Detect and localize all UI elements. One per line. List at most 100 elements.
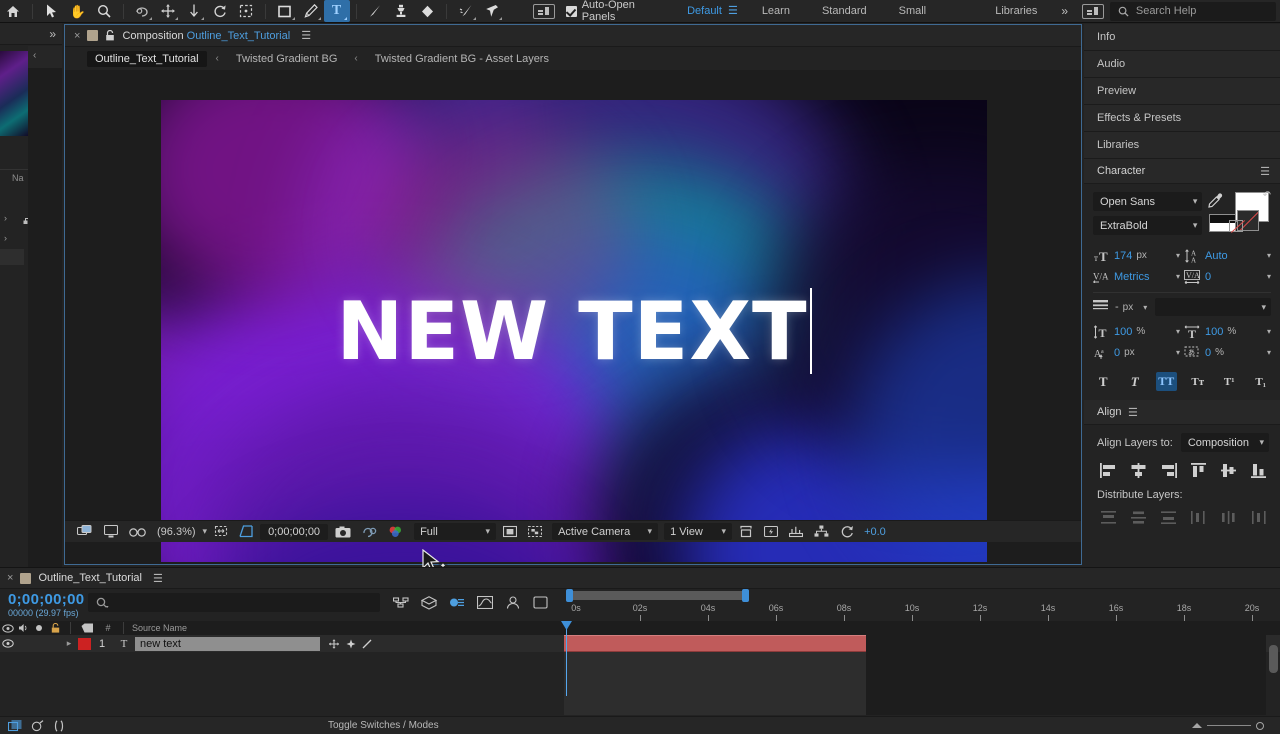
leading-field[interactable]: AA Auto ▾ xyxy=(1184,246,1271,265)
chevron-down-icon[interactable]: ▾ xyxy=(1267,327,1271,336)
font-size-field[interactable]: тT 174 px ▾ xyxy=(1093,246,1180,265)
font-style-dropdown[interactable]: ExtraBold ▾ xyxy=(1093,216,1202,235)
distribute-right-button[interactable] xyxy=(1247,508,1269,526)
align-left-button[interactable] xyxy=(1097,461,1119,479)
panel-effects-presets[interactable]: Effects & Presets xyxy=(1084,105,1280,132)
composition-canvas[interactable]: NEW TEXT xyxy=(161,100,987,562)
composition-viewer[interactable]: NEW TEXT (96.3%) ▾ xyxy=(65,71,1081,542)
composition-timecode[interactable]: 0;00;00;00 xyxy=(260,524,328,540)
orbit-tool-icon[interactable] xyxy=(207,0,233,22)
eraser-tool-icon[interactable] xyxy=(414,0,440,22)
current-time-indicator[interactable] xyxy=(566,621,567,696)
zoom-dropdown-icon[interactable]: ▾ xyxy=(203,526,208,537)
workspace-standard[interactable]: Standard xyxy=(806,0,883,23)
chevron-down-icon[interactable]: ▾ xyxy=(1143,303,1147,312)
workspace-small-screen[interactable]: Small Screen xyxy=(883,0,980,23)
workspace-menu-icon[interactable]: ☰ xyxy=(726,0,746,23)
layer-duration-bar[interactable] xyxy=(564,635,866,652)
swap-colors-icon[interactable]: ↶ xyxy=(1263,190,1271,201)
distribute-top-button[interactable] xyxy=(1097,508,1119,526)
align-horizontal-center-button[interactable] xyxy=(1127,461,1149,479)
fit-view-icon[interactable] xyxy=(210,523,232,541)
kerning-field[interactable]: V/A Metrics ▾ xyxy=(1093,267,1180,286)
current-time-display[interactable]: 0;00;00;00 xyxy=(8,591,84,608)
chevron-down-icon[interactable]: ▾ xyxy=(1176,272,1180,281)
zoom-level-value[interactable]: (96.3%) xyxy=(153,526,200,538)
chevron-right-icon[interactable]: › xyxy=(0,213,7,223)
timeline-track-area[interactable] xyxy=(564,621,1266,715)
3d-glasses-icon[interactable] xyxy=(125,523,150,541)
work-area-end-handle[interactable] xyxy=(742,589,749,602)
zoom-slider-knob[interactable] xyxy=(1256,722,1264,730)
frame-render-time-icon[interactable] xyxy=(31,720,44,732)
column-header-index[interactable]: # xyxy=(97,623,119,633)
clone-stamp-tool-icon[interactable] xyxy=(388,0,414,22)
always-preview-icon[interactable] xyxy=(73,523,97,541)
distribute-bottom-button[interactable] xyxy=(1157,508,1179,526)
zoom-slider-track[interactable] xyxy=(1207,725,1251,726)
show-snapshot-icon[interactable] xyxy=(358,523,381,541)
video-visibility-icon[interactable] xyxy=(0,624,16,633)
draft-3d-icon[interactable] xyxy=(420,594,438,611)
channels-icon[interactable] xyxy=(384,523,407,541)
grid-guides-icon[interactable] xyxy=(235,523,257,541)
stroke-type-dropdown[interactable]: ▾ xyxy=(1155,298,1271,316)
font-family-dropdown[interactable]: Open Sans ▾ xyxy=(1093,192,1202,211)
sync-settings-icon[interactable] xyxy=(1082,4,1104,19)
reset-exposure-icon[interactable] xyxy=(836,523,858,541)
expression-icon[interactable] xyxy=(53,720,65,732)
tsume-field[interactable]: あ 0 % ▾ xyxy=(1184,343,1271,362)
align-right-button[interactable] xyxy=(1157,461,1179,479)
composition-text-layer[interactable]: NEW TEXT xyxy=(161,100,987,562)
zoom-tool-icon[interactable] xyxy=(91,0,117,22)
workspace-overflow-icon[interactable]: » xyxy=(1053,0,1076,23)
fast-previews-icon[interactable] xyxy=(760,523,782,541)
exposure-value[interactable]: +0.0 xyxy=(861,526,886,538)
align-vertical-center-button[interactable] xyxy=(1217,461,1239,479)
panel-menu-icon[interactable]: ☰ xyxy=(1260,165,1270,178)
chevron-down-icon[interactable]: ▾ xyxy=(1176,251,1180,260)
distribute-vertical-center-button[interactable] xyxy=(1127,508,1149,526)
eyedropper-icon[interactable] xyxy=(1208,193,1223,208)
type-tool-icon[interactable]: T xyxy=(324,0,350,22)
selection-tool-icon[interactable] xyxy=(39,0,65,22)
rotation-tool-icon[interactable] xyxy=(130,0,156,22)
resolution-dropdown[interactable]: Full ▾ xyxy=(414,523,496,540)
render-preview-icon[interactable] xyxy=(100,523,122,541)
anchor-point-tool-icon[interactable] xyxy=(181,0,207,22)
stroke-width-value[interactable]: - xyxy=(1115,301,1119,313)
pan-behind-tool-icon[interactable] xyxy=(233,0,259,22)
close-icon[interactable]: × xyxy=(7,572,13,584)
timeline-vertical-scrollbar[interactable] xyxy=(1269,645,1278,673)
solo-icon[interactable] xyxy=(32,624,46,632)
column-header-source-name[interactable]: Source Name xyxy=(132,623,187,633)
workspace-libraries[interactable]: Libraries xyxy=(979,0,1053,23)
chevron-right-icon[interactable]: › xyxy=(0,233,7,243)
shy-toggle-icon[interactable] xyxy=(328,639,340,649)
quality-toggle-icon[interactable] xyxy=(362,639,372,649)
panel-preview[interactable]: Preview xyxy=(1084,78,1280,105)
layer-visibility-toggle[interactable] xyxy=(0,639,16,648)
roto-brush-tool-icon[interactable] xyxy=(453,0,479,22)
brainstorm-icon[interactable] xyxy=(532,594,550,611)
unified-camera-tool-icon[interactable] xyxy=(155,0,181,22)
panel-info[interactable]: Info xyxy=(1084,24,1280,51)
panel-menu-icon[interactable]: ☰ xyxy=(1128,406,1138,419)
breadcrumb-item-2[interactable]: Twisted Gradient BG - Asset Layers xyxy=(367,51,557,67)
vertical-scale-field[interactable]: T 100 % ▾ xyxy=(1093,322,1180,341)
panel-menu-icon[interactable]: ☰ xyxy=(301,29,311,42)
align-layers-dropdown[interactable]: Composition ▾ xyxy=(1181,433,1269,452)
region-of-interest-icon[interactable] xyxy=(499,523,521,541)
chevron-down-icon[interactable]: ▾ xyxy=(1267,251,1271,260)
work-area-start-handle[interactable] xyxy=(566,589,573,602)
project-panel-collapse[interactable]: » xyxy=(0,23,62,45)
workspace-learn[interactable]: Learn xyxy=(746,0,806,23)
all-caps-button[interactable]: TT xyxy=(1156,372,1177,391)
chevron-down-icon[interactable]: ▾ xyxy=(1267,272,1271,281)
distribute-left-button[interactable] xyxy=(1187,508,1209,526)
collapse-toggle-icon[interactable] xyxy=(346,639,356,649)
layer-switches-icon[interactable] xyxy=(8,720,22,732)
work-area-bar[interactable] xyxy=(570,591,746,600)
pixel-aspect-correction-icon[interactable] xyxy=(735,523,757,541)
breadcrumb-item-1[interactable]: Twisted Gradient BG xyxy=(228,51,346,67)
